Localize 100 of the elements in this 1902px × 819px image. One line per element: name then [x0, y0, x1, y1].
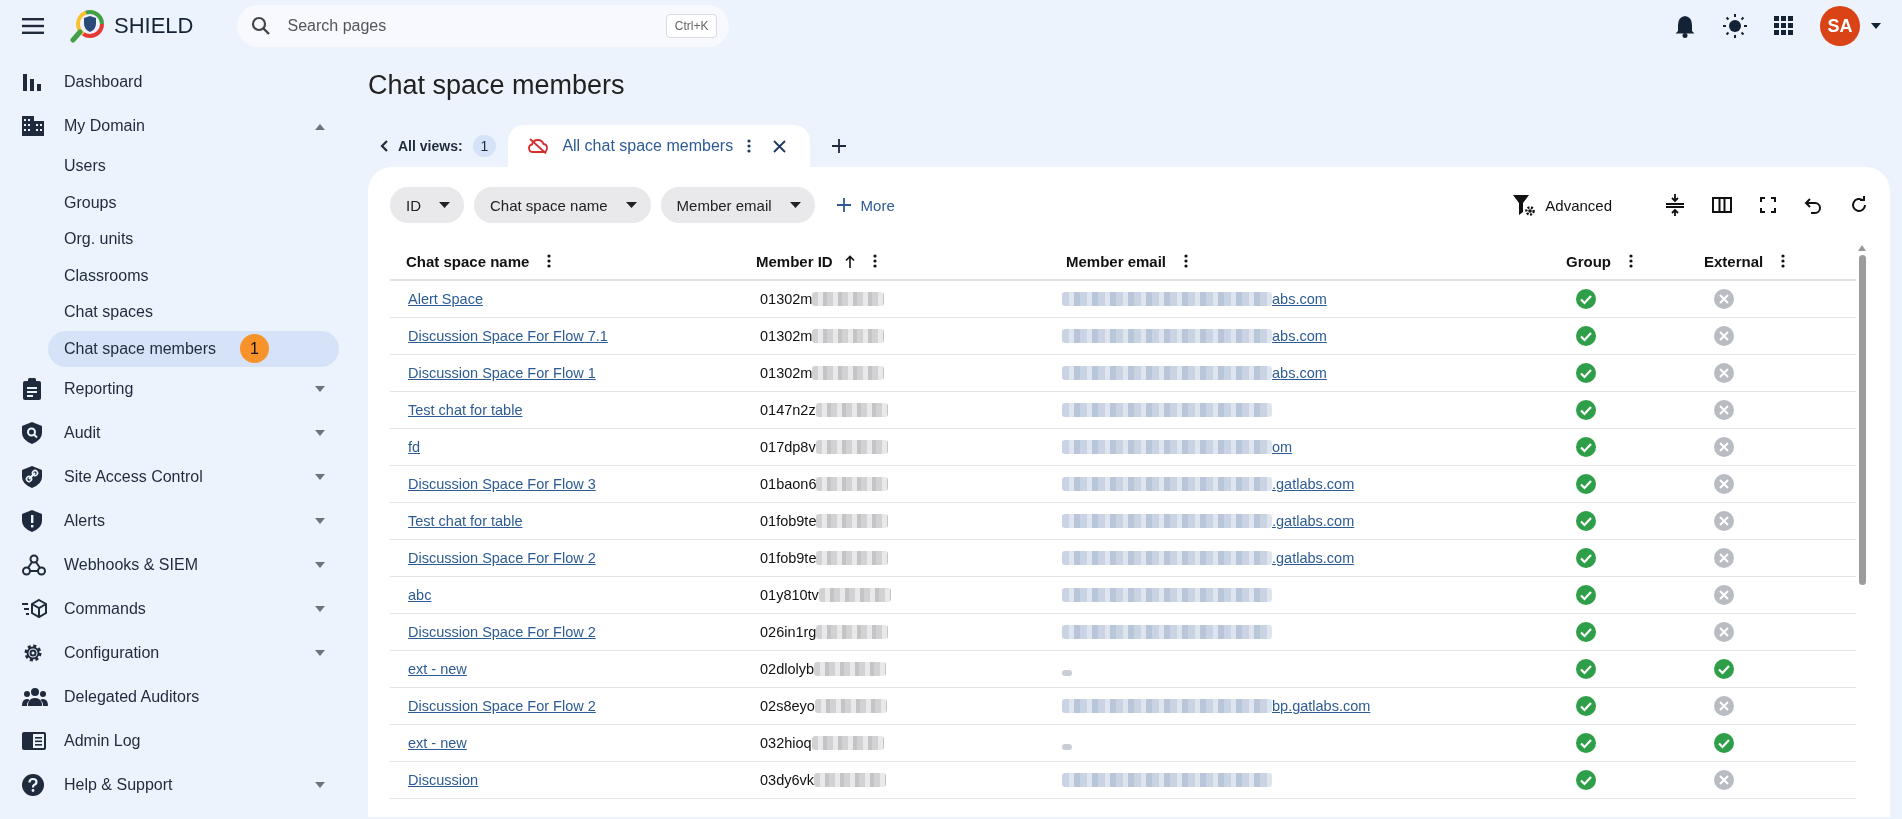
sidebar-item[interactable]: Configuration	[0, 631, 364, 675]
shortcut-hint: Ctrl+K	[665, 14, 718, 38]
cube-commands-icon	[22, 598, 48, 620]
more-options-icon[interactable]	[1629, 254, 1633, 268]
chat-space-link[interactable]: Test chat for table	[408, 513, 523, 529]
add-tab-icon[interactable]	[832, 139, 847, 153]
sidebar-item[interactable]: Dashboard	[0, 60, 364, 104]
density-icon[interactable]	[1666, 194, 1684, 216]
chat-space-link[interactable]: ext - new	[408, 661, 467, 677]
more-options-icon[interactable]	[747, 138, 752, 154]
fullscreen-icon[interactable]	[1760, 197, 1776, 213]
email-link[interactable]: abs.com	[1272, 365, 1327, 381]
sidebar-item[interactable]: Commands	[0, 587, 364, 631]
page-title: Chat space members	[368, 70, 626, 102]
caret-icon	[314, 385, 326, 393]
caret-icon	[314, 561, 326, 569]
email-link[interactable]: abs.com	[1272, 291, 1327, 307]
all-views-button[interactable]: All views: 1	[368, 125, 509, 167]
more-options-icon[interactable]	[872, 254, 877, 268]
filter-gear-icon	[1513, 194, 1536, 216]
user-avatar[interactable]: SA	[1820, 6, 1860, 46]
column-header[interactable]: Member email	[1050, 252, 1550, 270]
view-tab[interactable]: All chat space members	[508, 125, 811, 167]
sidebar-item[interactable]: Alerts	[0, 499, 364, 543]
notifications-icon[interactable]	[1674, 14, 1696, 38]
more-options-icon[interactable]	[1184, 254, 1189, 268]
sidebar-item[interactable]: Site Access Control	[0, 455, 364, 499]
chat-space-link[interactable]: Discussion Space For Flow 7.1	[408, 328, 608, 344]
caret-icon[interactable]	[1870, 22, 1882, 30]
sidebar-subitem[interactable]: Groups	[48, 184, 339, 221]
chat-space-link[interactable]: Discussion Space For Flow 1	[408, 365, 596, 381]
close-icon[interactable]	[773, 139, 787, 153]
column-header[interactable]: Member ID	[740, 252, 1050, 270]
building-icon	[22, 116, 44, 136]
columns-icon[interactable]	[1712, 197, 1732, 213]
filter-chip[interactable]: Member email	[660, 187, 815, 223]
email-link[interactable]: abs.com	[1272, 328, 1327, 344]
chat-space-link[interactable]: Test chat for table	[408, 402, 523, 418]
chat-space-link[interactable]: Discussion Space For Flow 3	[408, 476, 596, 492]
email-link[interactable]: om	[1272, 439, 1293, 455]
people-icon	[22, 688, 48, 706]
theme-sun-icon[interactable]	[1722, 13, 1748, 39]
chat-space-link[interactable]: abc	[408, 587, 432, 603]
sidebar-item[interactable]: Delegated Auditors	[0, 675, 364, 719]
email-link[interactable]: .gatlabs.com	[1272, 476, 1355, 492]
sidebar-subitem[interactable]: Chat spaces	[48, 294, 339, 331]
scroll-up-arrow-icon[interactable]	[1858, 245, 1866, 251]
count-badge: 1	[240, 334, 270, 364]
count-badge: 1	[472, 135, 497, 157]
member-id: 0147n2z	[760, 402, 816, 418]
sidebar-item[interactable]: Admin Log	[0, 719, 364, 763]
member-id: 01302m	[760, 365, 813, 381]
sidebar-subitem[interactable]: Classrooms	[48, 257, 339, 294]
caret-icon	[789, 202, 801, 208]
advanced-filter-button[interactable]: Advanced	[1513, 194, 1612, 216]
sidebar-subitem[interactable]: Users	[48, 148, 339, 185]
sidebar-subitem[interactable]: Chat space members 1	[48, 330, 339, 367]
email-link[interactable]: .gatlabs.com	[1272, 513, 1355, 529]
caret-icon	[625, 202, 637, 208]
plus-icon	[836, 198, 851, 212]
more-options-icon[interactable]	[1781, 254, 1786, 268]
chat-space-link[interactable]: Discussion Space For Flow 2	[408, 698, 596, 714]
chat-space-link[interactable]: Discussion Space For Flow 2	[408, 624, 596, 640]
chat-space-link[interactable]: Discussion	[408, 772, 479, 788]
column-header[interactable]: Chat space name	[390, 252, 740, 270]
filter-chip[interactable]: ID	[390, 187, 464, 223]
search-field[interactable]: Search pages	[285, 16, 652, 36]
more-options-icon[interactable]	[547, 254, 552, 268]
sidebar-item[interactable]: Reporting	[0, 367, 364, 411]
member-id: 01baon6	[760, 476, 817, 492]
chat-space-link[interactable]: Alert Space	[408, 291, 483, 307]
chat-space-link[interactable]: Discussion Space For Flow 2	[408, 550, 596, 566]
sidebar-item[interactable]: Audit	[0, 411, 364, 455]
member-id: 01302m	[760, 291, 813, 307]
sidebar-item[interactable]: Help & Support	[0, 763, 364, 807]
column-header[interactable]: Group	[1550, 252, 1688, 270]
more-filters-button[interactable]: More	[836, 196, 895, 214]
filter-chip[interactable]: Chat space name	[474, 187, 651, 223]
webhook-icon	[22, 554, 46, 576]
sidebar-item[interactable]: My Domain	[0, 104, 364, 148]
column-header[interactable]: External	[1688, 252, 1856, 270]
member-id: 02dlolyb	[760, 661, 814, 677]
sidebar-item[interactable]: Webhooks & SIEM	[0, 543, 364, 587]
email-link[interactable]: .gatlabs.com	[1272, 550, 1355, 566]
chat-space-link[interactable]: ext - new	[408, 735, 467, 751]
sidebar-subitem[interactable]: Org. units	[48, 221, 339, 258]
search-icon	[251, 16, 272, 36]
menu-icon[interactable]	[22, 18, 44, 34]
redaction-blur	[814, 773, 886, 787]
member-id: 01fob9te	[760, 513, 817, 529]
apps-grid-icon[interactable]	[1774, 16, 1794, 36]
undo-icon[interactable]	[1804, 196, 1822, 214]
search-box[interactable]: Search pages Ctrl+K	[237, 5, 730, 47]
arrow-up-icon[interactable]	[844, 254, 855, 268]
email-link[interactable]: bp.gatlabs.com	[1272, 698, 1371, 714]
caret-icon	[314, 781, 326, 789]
redaction-blur	[814, 662, 886, 676]
refresh-icon[interactable]	[1850, 196, 1868, 214]
bar-chart-icon	[22, 72, 42, 92]
chat-space-link[interactable]: fd	[408, 439, 421, 455]
